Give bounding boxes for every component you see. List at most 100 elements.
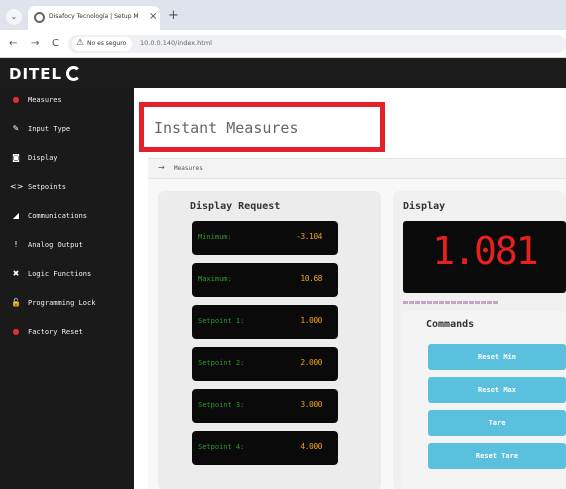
- reload-icon[interactable]: C: [52, 38, 59, 49]
- page-title-highlight: Instant Measures: [139, 102, 385, 152]
- led-indicator: [469, 301, 474, 304]
- security-warning-text: No es seguro: [87, 40, 127, 47]
- wrench-icon: ✎: [12, 124, 20, 133]
- arrow-right-icon: →: [158, 163, 165, 172]
- led-indicator: [427, 301, 432, 304]
- reset-tare-button[interactable]: Reset Tare: [428, 443, 566, 469]
- led-indicator: [445, 301, 450, 304]
- sidebar-item-setpoints[interactable]: <> Setpoints: [0, 178, 134, 200]
- led-indicator: [463, 301, 468, 304]
- sidebar-item-label: Measures: [28, 96, 62, 104]
- forward-icon[interactable]: →: [31, 38, 39, 49]
- request-label: Minimum:: [198, 233, 232, 241]
- request-label: Setpoint 1:: [198, 317, 245, 325]
- led-indicator: [415, 301, 420, 304]
- unlock-icon: 🔓: [11, 298, 21, 307]
- led-indicator: [493, 301, 498, 304]
- url-text: 10.0.0.140/index.html: [140, 39, 212, 47]
- led-indicator: [409, 301, 414, 304]
- sidebar-item-analog-output[interactable]: ! Analog Output: [0, 236, 134, 258]
- request-setpoint-3-button[interactable]: Setpoint 3: 3.000: [192, 389, 338, 423]
- sidebar-item-factory-reset[interactable]: ● Factory Reset: [0, 323, 134, 345]
- tab-title: Disafocy Tecnología | Setup M: [49, 13, 139, 20]
- request-setpoint-4-button[interactable]: Setpoint 4: 4.000: [192, 431, 338, 465]
- led-indicator: [457, 301, 462, 304]
- led-indicator: [433, 301, 438, 304]
- commands-title: Commands: [426, 319, 475, 330]
- sidebar-item-label: Factory Reset: [28, 328, 83, 336]
- sidebar-item-input-type[interactable]: ✎ Input Type: [0, 120, 134, 142]
- warning-icon: ⚠: [76, 38, 85, 48]
- exclamation-icon: !: [14, 240, 18, 249]
- sidebar-item-label: Setpoints: [28, 183, 66, 191]
- request-setpoint-2-button[interactable]: Setpoint 2: 2.000: [192, 347, 338, 381]
- led-indicator: [439, 301, 444, 304]
- display-title: Display: [403, 201, 446, 212]
- request-setpoint-1-button[interactable]: Setpoint 1: 1.000: [192, 305, 338, 339]
- sidebar-item-display[interactable]: ◙ Display: [0, 149, 134, 171]
- sidebar-item-label: Logic Functions: [28, 270, 92, 278]
- reset-min-button[interactable]: Reset Min: [428, 344, 566, 370]
- request-label: Maximum:: [198, 275, 232, 283]
- display-request-card: Display Request Minimum: -3.104 Maximum:…: [158, 191, 381, 489]
- dashboard-icon: ●: [12, 95, 20, 104]
- page-title: Instant Measures: [154, 119, 299, 137]
- sidebar-item-label: Display: [28, 154, 58, 162]
- sidebar-item-label: Analog Output: [28, 241, 83, 249]
- sidebar-item-measures[interactable]: ● Measures: [0, 91, 134, 113]
- request-value: 1.000: [300, 316, 322, 325]
- sidebar-item-programming-lock[interactable]: 🔓 Programming Lock: [0, 294, 134, 316]
- request-value: 3.000: [300, 400, 322, 409]
- code-icon: <>: [10, 182, 24, 191]
- request-value: -3.104: [296, 232, 322, 241]
- security-warning-chip[interactable]: ⚠ No es seguro: [72, 37, 132, 51]
- sidebar-item-label: Input Type: [28, 125, 71, 133]
- app-header: DITEL: [0, 58, 566, 88]
- request-value: 10.68: [300, 274, 322, 283]
- request-minimum-button[interactable]: Minimum: -3.104: [192, 221, 338, 255]
- new-tab-button[interactable]: +: [168, 8, 179, 23]
- sidebar-item-label: Communications: [28, 212, 88, 220]
- measures-panel: → Measures Display Request Minimum: -3.1…: [148, 158, 566, 489]
- tare-button[interactable]: Tare: [428, 410, 566, 436]
- led-indicator-row: [403, 297, 513, 304]
- camera-icon: ◙: [12, 153, 20, 162]
- led-indicator: [421, 301, 426, 304]
- led-indicator: [481, 301, 486, 304]
- back-icon[interactable]: ←: [9, 38, 17, 49]
- display-request-title: Display Request: [190, 201, 281, 212]
- reset-max-button[interactable]: Reset Max: [428, 377, 566, 403]
- display-card: Display 1.081 Commands Reset Min Reset M…: [393, 191, 566, 489]
- favicon-icon: [34, 12, 45, 23]
- request-value: 4.000: [300, 442, 322, 451]
- tab-menu-button[interactable]: ⌄: [6, 9, 22, 25]
- led-indicator: [451, 301, 456, 304]
- sidebar: ● Measures ✎ Input Type ◙ Display <> Set…: [0, 88, 134, 489]
- browser-tab[interactable]: Disafocy Tecnología | Setup M ×: [28, 6, 160, 30]
- sidebar-item-communications[interactable]: ◢ Communications: [0, 207, 134, 229]
- signal-icon: ◢: [12, 211, 20, 220]
- request-label: Setpoint 2:: [198, 359, 245, 367]
- chevron-down-icon: ⌄: [10, 12, 18, 21]
- sidebar-item-label: Programming Lock: [28, 299, 96, 307]
- request-label: Setpoint 3:: [198, 401, 245, 409]
- commands-section: Commands Reset Min Reset Max Tare Reset …: [401, 311, 566, 489]
- browser-tab-bar: ⌄ Disafocy Tecnología | Setup M × +: [0, 0, 566, 30]
- url-bar[interactable]: ⚠ No es seguro 10.0.0.140/index.html: [68, 35, 566, 53]
- panel-header-label: Measures: [174, 165, 203, 172]
- logo-mark-icon: [66, 66, 81, 81]
- led-indicator: [403, 301, 408, 304]
- close-tab-icon[interactable]: ×: [149, 11, 157, 22]
- record-icon: ●: [12, 327, 20, 336]
- led-display: 1.081: [403, 221, 566, 293]
- cross-tools-icon: ✖: [12, 269, 20, 278]
- address-bar-row: ← → C ⚠ No es seguro 10.0.0.140/index.ht…: [0, 30, 566, 58]
- panel-header[interactable]: → Measures: [148, 159, 566, 179]
- display-value: 1.081: [432, 229, 538, 273]
- led-indicator: [487, 301, 492, 304]
- ditel-logo: DITEL: [9, 65, 63, 83]
- request-label: Setpoint 4:: [198, 443, 245, 451]
- request-maximum-button[interactable]: Maximum: 10.68: [192, 263, 338, 297]
- sidebar-item-logic-functions[interactable]: ✖ Logic Functions: [0, 265, 134, 287]
- main-content: Instant Measures → Measures Display Requ…: [134, 88, 566, 489]
